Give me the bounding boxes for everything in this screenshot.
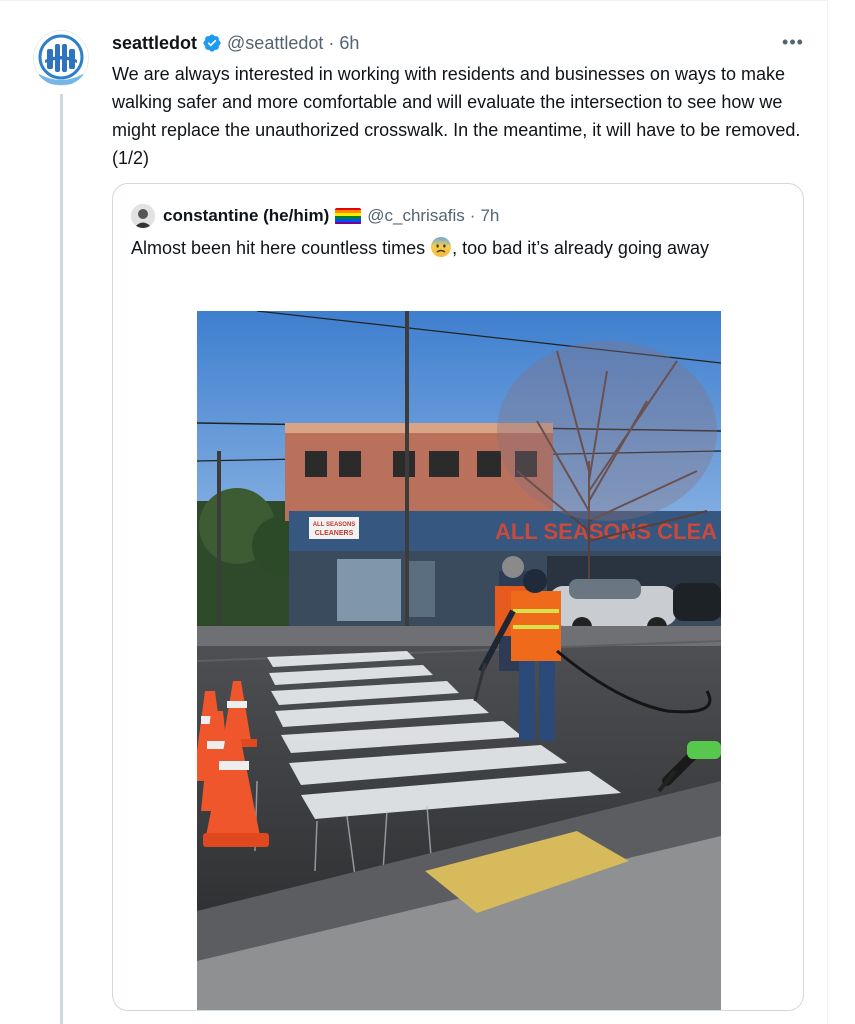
quoted-header-separator: · <box>469 206 476 225</box>
tweet-header: seattledot @seattledot · 6h <box>112 30 359 56</box>
anxious-face-with-sweat-icon <box>430 236 452 258</box>
quoted-author-handle[interactable]: @c_chrisafis <box>367 206 465 226</box>
quoted-tweet-timestamp[interactable]: 7h <box>480 206 499 226</box>
quoted-author-name[interactable]: constantine (he/him) <box>163 206 329 226</box>
header-separator: · <box>328 32 335 53</box>
verified-badge-icon[interactable] <box>202 33 222 53</box>
seattle-logo-icon[interactable] <box>33 30 89 86</box>
svg-text:CLEANERS: CLEANERS <box>315 530 354 537</box>
author-handle[interactable]: @seattledot <box>227 33 323 54</box>
author-name[interactable]: seattledot <box>112 33 197 54</box>
tweet-body-text: We are always interested in working with… <box>112 64 801 168</box>
quoted-text-part-2: , too bad it’s already going away <box>452 238 709 258</box>
rainbow-flag-icon <box>335 207 362 225</box>
crosswalk-removal-photo[interactable]: ALL SEASONS CLEANERS ALL SEASONS CLEA <box>193 310 722 1010</box>
svg-text:ALL SEASONS: ALL SEASONS <box>313 522 356 528</box>
quoted-tweet-card[interactable]: constantine (he/him) @c_chrisafis · 7h A… <box>112 183 804 1011</box>
more-options-button[interactable]: ••• <box>777 31 809 53</box>
tweet-timestamp[interactable]: 6h <box>339 33 359 54</box>
quoted-tweet-header: constantine (he/him) @c_chrisafis · 7h <box>131 204 499 228</box>
thread-connector-line <box>60 94 63 1024</box>
quoted-author-avatar[interactable] <box>131 204 155 228</box>
svg-text:ALL SEASONS CLEA: ALL SEASONS CLEA <box>495 519 717 544</box>
quoted-text-part-1: Almost been hit here countless times <box>131 238 431 258</box>
quoted-tweet-body-text: Almost been hit here countless times , t… <box>131 234 771 262</box>
